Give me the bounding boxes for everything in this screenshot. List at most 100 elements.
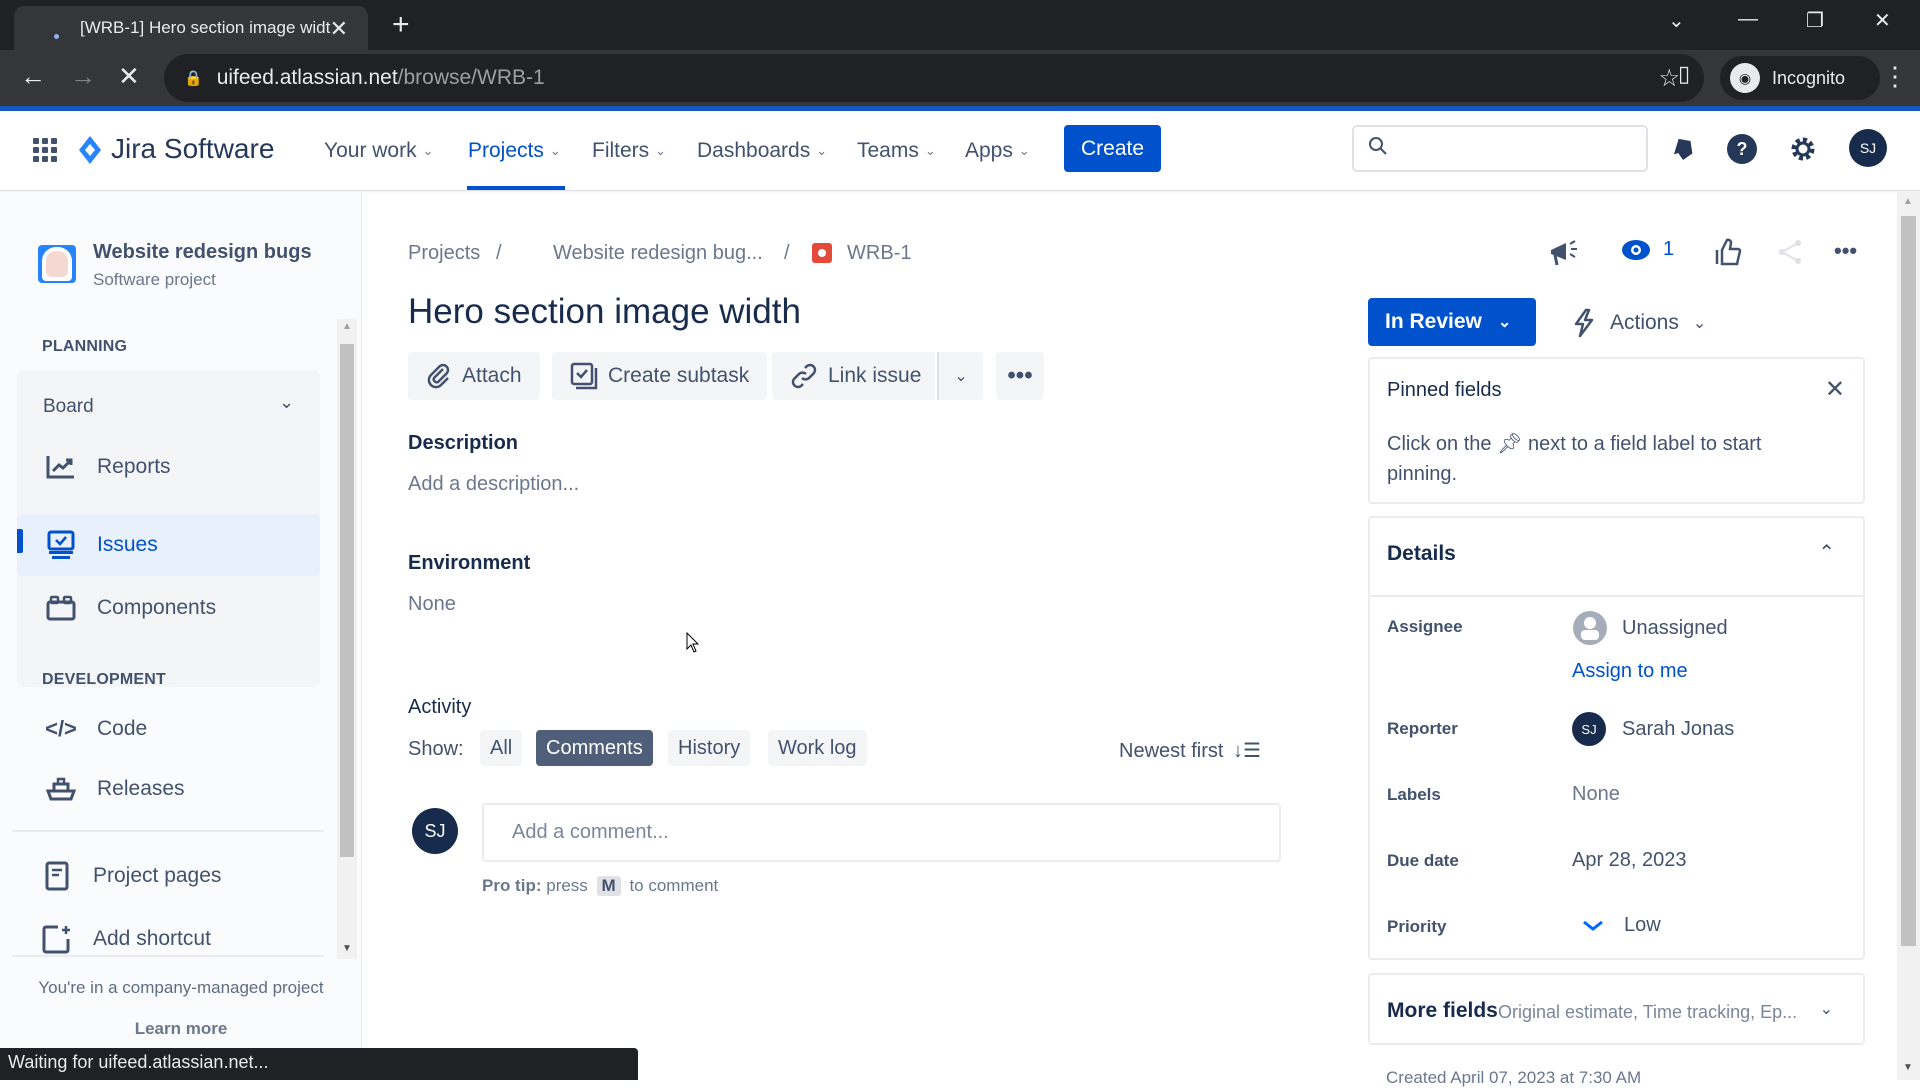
- search-input[interactable]: [1352, 125, 1648, 172]
- share-icon[interactable]: [1776, 238, 1804, 266]
- url-field[interactable]: 🔒 uifeed.atlassian.net/browse/WRB-1 ☆: [164, 54, 1704, 102]
- close-icon[interactable]: ✕: [1825, 375, 1845, 404]
- scroll-up-icon[interactable]: ▲: [1903, 196, 1913, 207]
- breadcrumb-issue-key[interactable]: WRB-1: [847, 242, 911, 265]
- settings-gear-icon[interactable]: [1785, 131, 1821, 167]
- feedback-megaphone-icon[interactable]: [1548, 238, 1580, 268]
- page-icon: [41, 860, 73, 892]
- link-issue-dropdown[interactable]: ⌄: [937, 352, 983, 400]
- details-title[interactable]: Details: [1387, 542, 1456, 566]
- close-window-button[interactable]: ✕: [1874, 8, 1891, 33]
- bug-type-icon[interactable]: [812, 243, 832, 263]
- sort-order-button[interactable]: Newest first ↓☰: [1119, 738, 1261, 763]
- labels-label: Labels: [1387, 785, 1441, 804]
- nav-filters[interactable]: Filters ⌄: [592, 139, 666, 163]
- scrollbar-thumb[interactable]: [1901, 216, 1916, 946]
- sidebar-item-add-shortcut[interactable]: Add shortcut: [17, 908, 320, 970]
- nav-dashboards[interactable]: Dashboards ⌄: [697, 139, 827, 163]
- help-icon[interactable]: ?: [1724, 131, 1760, 167]
- sidebar-item-reports[interactable]: Reports: [17, 436, 320, 498]
- priority-value[interactable]: Low: [1572, 914, 1661, 937]
- environment-value[interactable]: None: [408, 593, 456, 616]
- sidebar-item-project-pages[interactable]: Project pages: [17, 845, 320, 907]
- scroll-down-icon[interactable]: ▼: [1903, 1062, 1913, 1073]
- active-nav-indicator: [467, 186, 565, 190]
- sidebar-item-label: Issues: [97, 533, 158, 556]
- link-issue-button[interactable]: Link issue: [772, 352, 936, 400]
- scroll-down-icon[interactable]: ▼: [342, 943, 352, 954]
- issue-title[interactable]: Hero section image width: [408, 292, 801, 332]
- labels-value[interactable]: None: [1572, 783, 1620, 806]
- filter-work-log[interactable]: Work log: [768, 730, 867, 766]
- comment-input[interactable]: Add a comment...: [482, 803, 1281, 862]
- tab-search-icon[interactable]: ⌄: [1668, 8, 1685, 33]
- sidebar-item-releases[interactable]: Releases: [17, 758, 320, 820]
- nav-teams[interactable]: Teams ⌄: [857, 139, 936, 163]
- chevron-down-icon: ⌄: [954, 368, 968, 385]
- filter-history[interactable]: History: [668, 730, 751, 766]
- user-avatar[interactable]: SJ: [1849, 129, 1887, 167]
- notifications-icon[interactable]: [1666, 131, 1702, 167]
- restore-button[interactable]: ❐: [1806, 8, 1824, 33]
- create-button[interactable]: Create: [1064, 125, 1161, 172]
- status-dropdown[interactable]: In Review ⌄: [1368, 298, 1536, 346]
- chevron-up-icon[interactable]: ⌃: [1818, 540, 1835, 565]
- scroll-up-icon[interactable]: ▲: [342, 321, 352, 332]
- create-subtask-button[interactable]: Create subtask: [552, 352, 768, 400]
- close-tab-icon[interactable]: ✕: [330, 16, 348, 42]
- sidebar-item-code[interactable]: </> Code: [17, 698, 320, 760]
- more-options-icon[interactable]: •••: [1834, 238, 1857, 264]
- filter-comments[interactable]: Comments: [536, 730, 653, 766]
- sidebar-item-issues[interactable]: Issues: [17, 514, 320, 576]
- sidebar-scrollbar[interactable]: ▲ ▼: [337, 319, 357, 959]
- jira-logo-icon[interactable]: [78, 135, 102, 170]
- priority-label: Priority: [1387, 917, 1447, 936]
- filter-all[interactable]: All: [480, 730, 523, 766]
- watch-button[interactable]: 1: [1621, 238, 1674, 261]
- nav-label: Dashboards: [697, 139, 811, 162]
- breadcrumb-projects[interactable]: Projects: [408, 242, 480, 265]
- browser-menu-icon[interactable]: ⋮: [1882, 61, 1908, 92]
- chevron-down-icon[interactable]: ⌄: [279, 392, 294, 413]
- product-name[interactable]: Jira Software: [111, 133, 274, 165]
- description-field[interactable]: Add a description...: [408, 473, 579, 496]
- chevron-down-icon[interactable]: ⌄: [1820, 999, 1833, 1019]
- new-tab-button[interactable]: +: [392, 8, 410, 42]
- sidebar-divider: [12, 830, 324, 832]
- stop-loading-button[interactable]: ✕: [118, 61, 140, 92]
- minimize-button[interactable]: —: [1738, 8, 1758, 31]
- nav-apps[interactable]: Apps ⌄: [965, 139, 1030, 163]
- board-selector[interactable]: Board: [43, 396, 94, 418]
- breadcrumb-project[interactable]: Website redesign bug...: [553, 242, 763, 265]
- sidebar-item-components[interactable]: Components: [17, 577, 320, 639]
- bookmark-star-icon[interactable]: ☆: [1658, 64, 1680, 93]
- main-scrollbar[interactable]: ▲ ▼: [1897, 192, 1920, 1080]
- nav-projects[interactable]: Projects ⌄: [468, 139, 561, 163]
- pro-tip-text: press: [546, 876, 588, 895]
- nav-label: Projects: [468, 139, 544, 162]
- pro-tip: Pro tip: press M to comment: [482, 876, 718, 896]
- incognito-label: Incognito: [1772, 67, 1846, 88]
- reporter-value[interactable]: SJ Sarah Jonas: [1572, 712, 1734, 746]
- chart-line-icon: [45, 451, 77, 483]
- sidebar-item-label: Add shortcut: [93, 927, 211, 950]
- nav-your-work[interactable]: Your work ⌄: [324, 139, 434, 163]
- loading-icon: [54, 34, 59, 39]
- learn-more-link[interactable]: Learn more: [0, 1019, 362, 1039]
- scrollbar-thumb[interactable]: [340, 344, 354, 857]
- side-panel-icon[interactable]: ▯: [1678, 61, 1690, 87]
- more-fields-card[interactable]: More fields Original estimate, Time trac…: [1368, 973, 1865, 1045]
- like-thumbs-up-icon[interactable]: [1714, 238, 1742, 266]
- attach-button[interactable]: Attach: [408, 352, 540, 400]
- incognito-badge[interactable]: ◉ Incognito: [1720, 56, 1880, 100]
- back-button[interactable]: ←: [20, 61, 46, 92]
- forward-button[interactable]: →: [70, 61, 96, 92]
- project-name[interactable]: Website redesign bugs: [93, 241, 312, 264]
- assignee-value[interactable]: Unassigned: [1572, 610, 1728, 646]
- app-switcher-icon[interactable]: [32, 137, 58, 168]
- actions-dropdown[interactable]: Actions ⌄: [1572, 308, 1706, 338]
- assign-to-me-link[interactable]: Assign to me: [1572, 660, 1688, 683]
- more-actions-button[interactable]: •••: [996, 352, 1044, 400]
- due-date-value[interactable]: Apr 28, 2023: [1572, 849, 1687, 872]
- browser-tab[interactable]: [WRB-1] Hero section image widt ✕: [14, 6, 368, 50]
